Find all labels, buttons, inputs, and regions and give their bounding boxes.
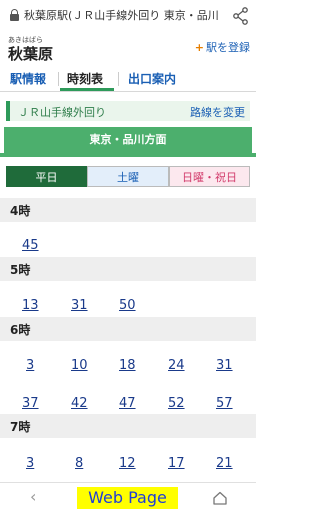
register-station-button[interactable]: + 駅を登録 [195,39,250,55]
bottom-navigation-bar: ‹ Web Page [0,482,256,512]
day-tab-weekday[interactable]: 平日 [6,166,87,187]
station-header: あきはばら 秋葉原 + 駅を登録 [0,34,256,66]
direction-header: 東京・品川方面 [4,127,252,153]
direction-label: 東京・品川方面 [89,133,167,146]
departure-minute[interactable]: 10 [71,358,88,373]
departure-minute[interactable]: 42 [71,396,88,411]
hour-row: 6時 [0,317,256,341]
plus-icon: + [194,41,204,54]
departure-minute[interactable]: 47 [119,396,136,411]
departure-minute[interactable]: 52 [168,396,185,411]
departure-minute[interactable]: 17 [168,456,185,471]
hour-row: 5時 [0,257,256,281]
departure-minute[interactable]: 57 [216,396,233,411]
departure-minute[interactable]: 37 [22,396,39,411]
departure-minute[interactable]: 50 [119,298,136,313]
url-text[interactable]: 秋葉原駅(ＪＲ山手線外回り 東京・品川 [24,6,228,26]
tab-exit-guide[interactable]: 出口案内 [128,70,176,87]
hour-label: 6時 [10,323,31,337]
hour-row: 7時 [0,414,256,438]
home-icon[interactable] [213,491,227,505]
departure-minute[interactable]: 24 [168,358,185,373]
tab-divider [118,72,119,86]
tab-divider [58,72,59,86]
day-tab-holiday[interactable]: 日曜・祝日 [169,166,250,187]
direction-divider [0,153,256,157]
departure-minute[interactable]: 13 [22,298,39,313]
register-label: 駅を登録 [206,41,250,54]
departure-minute[interactable]: 45 [22,238,39,253]
share-icon[interactable] [232,6,250,26]
station-name: 秋葉原 [8,45,54,63]
day-type-tabs: 平日 土曜 日曜・祝日 [6,166,250,187]
hour-label: 5時 [10,263,31,277]
back-chevron-icon[interactable]: ‹ [30,487,36,506]
departure-minute[interactable]: 31 [216,358,233,373]
change-line-link[interactable]: 路線を変更 [190,104,245,120]
tab-station-info[interactable]: 駅情報 [10,70,46,87]
departure-minute[interactable]: 18 [119,358,136,373]
departure-minute[interactable]: 12 [119,456,136,471]
day-tab-saturday[interactable]: 土曜 [87,166,169,187]
active-tab-indicator [60,88,114,91]
hour-label: 4時 [10,204,31,218]
web-page-label: Web Page [77,487,178,509]
line-info: ＪＲ山手線外回り 路線を変更 [6,101,250,121]
station-tabs: 駅情報 時刻表 出口案内 [0,66,256,92]
hour-row: 4時 [0,198,256,222]
hour-label: 7時 [10,420,31,434]
address-bar[interactable]: 秋葉原駅(ＪＲ山手線外回り 東京・品川 [0,0,256,34]
departure-minute[interactable]: 8 [75,456,83,471]
departure-minute[interactable]: 3 [26,358,34,373]
tab-timetable[interactable]: 時刻表 [67,70,103,87]
departure-minute[interactable]: 21 [216,456,233,471]
departure-minute[interactable]: 31 [71,298,88,313]
lock-icon [10,9,19,21]
departure-minute[interactable]: 3 [26,456,34,471]
line-name: ＪＲ山手線外回り [18,106,106,119]
